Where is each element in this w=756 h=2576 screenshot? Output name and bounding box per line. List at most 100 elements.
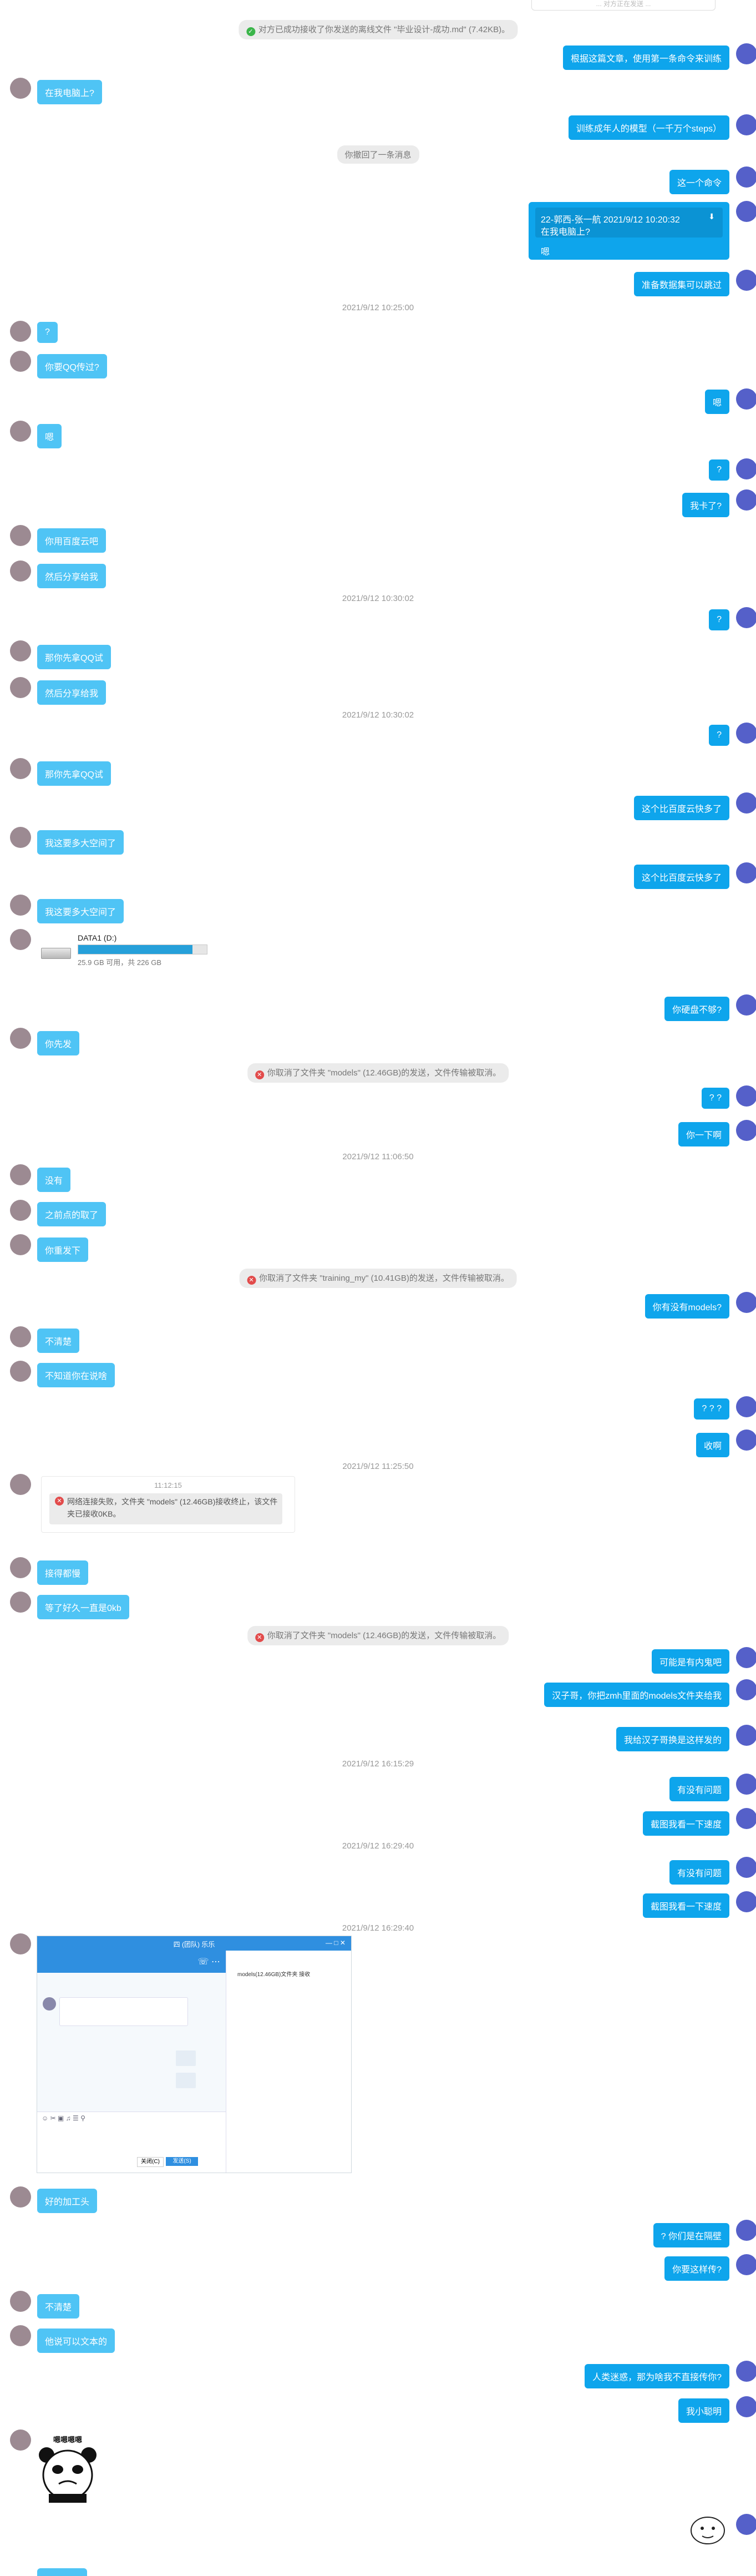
message-bubble-self[interactable]: 收啊 [696, 1433, 729, 1457]
avatar-self[interactable] [736, 2361, 756, 2382]
message-bubble-self[interactable]: 有没有问题 [669, 1860, 729, 1885]
message-bubble-self[interactable]: 汉子哥，你把zmh里面的models文件夹给我 [544, 1683, 729, 1707]
message-bubble-self[interactable]: ? [709, 725, 729, 746]
message-bubble-contact[interactable]: 你要QQ传过? [37, 354, 107, 378]
quoted-message[interactable]: 22-郭西-张一航 2021/9/12 10:20:32 在我电脑上? ⬇ [535, 208, 723, 238]
message-bubble-contact[interactable]: 不清楚 [37, 2294, 80, 2319]
message-bubble-contact[interactable]: ? [37, 322, 58, 343]
message-bubble-self[interactable]: 根据这篇文章，使用第一条命令来训练 [562, 46, 729, 70]
avatar-self[interactable] [736, 994, 756, 1016]
avatar-contact[interactable] [10, 640, 31, 661]
avatar-self[interactable] [736, 1430, 756, 1451]
avatar-contact[interactable] [10, 560, 31, 582]
avatar-self[interactable] [736, 2396, 756, 2417]
notice-card[interactable]: 11:12:15 ✕ 网络连接失败，文件夹 "models" (12.46GB)… [41, 1476, 295, 1533]
message-bubble-contact[interactable]: 你重发下 [37, 1238, 89, 1262]
message-bubble-contact[interactable]: 你先发 [37, 1031, 80, 1055]
message-bubble-self[interactable]: 你一下啊 [678, 1122, 729, 1146]
avatar-self[interactable] [736, 1292, 756, 1313]
avatar-self[interactable] [736, 792, 756, 814]
message-bubble-self[interactable]: ? ? [701, 1088, 729, 1109]
drive-info-card[interactable]: DATA1 (D:) 25.9 GB 可用，共 226 GB [40, 932, 212, 971]
avatar-contact[interactable] [10, 1592, 31, 1613]
message-bubble-contact[interactable]: 不清楚 [37, 1329, 80, 1353]
avatar-contact[interactable] [10, 1200, 31, 1221]
message-bubble-self[interactable]: 这个比百度云快多了 [633, 796, 729, 820]
message-bubble-self[interactable]: 有没有问题 [669, 1777, 729, 1801]
avatar-contact[interactable] [10, 929, 31, 950]
message-bubble-self[interactable]: 这个比百度云快多了 [633, 865, 729, 889]
message-bubble-self[interactable]: ? [709, 609, 729, 630]
message-bubble-contact[interactable]: 接得都慢 [37, 1560, 89, 1585]
message-bubble-contact[interactable]: 然后分享给我 [37, 564, 106, 588]
avatar-contact[interactable] [10, 78, 31, 99]
avatar-self[interactable] [736, 1891, 756, 1912]
avatar-contact[interactable] [10, 1326, 31, 1347]
avatar-contact[interactable] [10, 1557, 31, 1578]
avatar-self[interactable] [736, 2514, 756, 2535]
message-bubble-contact-partial[interactable] [37, 2568, 87, 2576]
message-bubble-contact[interactable]: 嗯 [37, 424, 62, 448]
avatar-contact[interactable] [10, 421, 31, 442]
avatar-contact[interactable] [10, 2186, 31, 2208]
avatar-contact[interactable] [10, 2429, 31, 2451]
avatar-contact[interactable] [10, 677, 31, 698]
message-bubble-self[interactable]: 你要这样传? [664, 2256, 729, 2281]
message-bubble-self[interactable]: 我小聪明 [678, 2398, 729, 2423]
avatar-self[interactable] [736, 1808, 756, 1829]
avatar-self[interactable] [736, 166, 756, 188]
avatar-self[interactable] [736, 458, 756, 479]
avatar-contact[interactable] [10, 895, 31, 916]
message-bubble-contact[interactable]: 他说可以文本的 [37, 2328, 115, 2353]
avatar-contact[interactable] [10, 525, 31, 546]
avatar-contact[interactable] [10, 758, 31, 779]
message-bubble-self[interactable]: 嗯 [704, 390, 729, 414]
sticker-small[interactable] [686, 2511, 730, 2549]
avatar-self[interactable] [736, 2220, 756, 2241]
avatar-contact[interactable] [10, 827, 31, 848]
avatar-self[interactable] [736, 723, 756, 744]
message-bubble-contact[interactable]: 不知道你在说啥 [37, 1363, 115, 1387]
message-bubble-self[interactable]: ? [709, 459, 729, 481]
quote-reply-bubble[interactable]: 22-郭西-张一航 2021/9/12 10:20:32 在我电脑上? ⬇ 嗯 [529, 202, 729, 260]
message-bubble-self[interactable]: 你硬盘不够? [664, 997, 729, 1021]
avatar-self[interactable] [736, 388, 756, 410]
message-bubble-self[interactable]: 人类迷惑，那为啥我不直接传你? [585, 2364, 729, 2388]
message-bubble-contact[interactable]: 之前点的取了 [37, 1202, 106, 1226]
avatar-contact[interactable] [10, 1361, 31, 1382]
message-bubble-contact[interactable]: 那你先拿QQ试 [37, 645, 111, 669]
avatar-self[interactable] [736, 1774, 756, 1795]
message-bubble-contact[interactable]: 我这要多大空间了 [37, 830, 124, 855]
message-bubble-self[interactable]: 截图我看一下速度 [642, 1893, 729, 1918]
avatar-self[interactable] [736, 1120, 756, 1141]
message-bubble-contact[interactable]: 等了好久一直是0kb [37, 1595, 129, 1619]
avatar-self[interactable] [736, 1857, 756, 1878]
avatar-contact[interactable] [10, 351, 31, 372]
avatar-self[interactable] [736, 2254, 756, 2275]
avatar-contact[interactable] [10, 1028, 31, 1049]
panda-sticker[interactable]: 嗯嗯嗯嗯 [37, 2432, 99, 2504]
avatar-self[interactable] [736, 114, 756, 135]
avatar-contact[interactable] [10, 1474, 31, 1495]
avatar-self[interactable] [736, 201, 756, 222]
message-bubble-contact[interactable]: 我这要多大空间了 [37, 899, 124, 923]
message-bubble-self[interactable]: 可能是有内鬼吧 [651, 1649, 729, 1674]
avatar-self[interactable] [736, 43, 756, 64]
message-bubble-contact[interactable]: 然后分享给我 [37, 680, 106, 705]
message-bubble-self[interactable]: 截图我看一下速度 [642, 1811, 729, 1836]
message-bubble-self[interactable]: ? 你们是在隔壁 [653, 2223, 729, 2247]
avatar-self[interactable] [736, 1679, 756, 1700]
message-bubble-contact[interactable]: 你用百度云吧 [37, 528, 106, 553]
avatar-contact[interactable] [10, 2325, 31, 2346]
message-bubble-contact[interactable]: 没有 [37, 1168, 71, 1192]
avatar-self[interactable] [736, 862, 756, 883]
avatar-self[interactable] [736, 607, 756, 628]
avatar-contact[interactable] [10, 1933, 31, 1954]
screenshot-image[interactable]: 四 (团队) 乐乐 — □ ✕ ☏ ⋯ ☺ ✂ ▣ ♫ ☰ ⚲ models(1… [37, 1936, 352, 2173]
download-icon[interactable]: ⬇ [708, 212, 715, 221]
avatar-self[interactable] [736, 489, 756, 511]
message-bubble-self[interactable]: 我给汉子哥换是这样发的 [616, 1727, 729, 1751]
message-bubble-contact[interactable]: 那你先拿QQ试 [37, 761, 111, 786]
avatar-self[interactable] [736, 1725, 756, 1746]
message-bubble-contact[interactable]: 好的加工头 [37, 2189, 98, 2213]
